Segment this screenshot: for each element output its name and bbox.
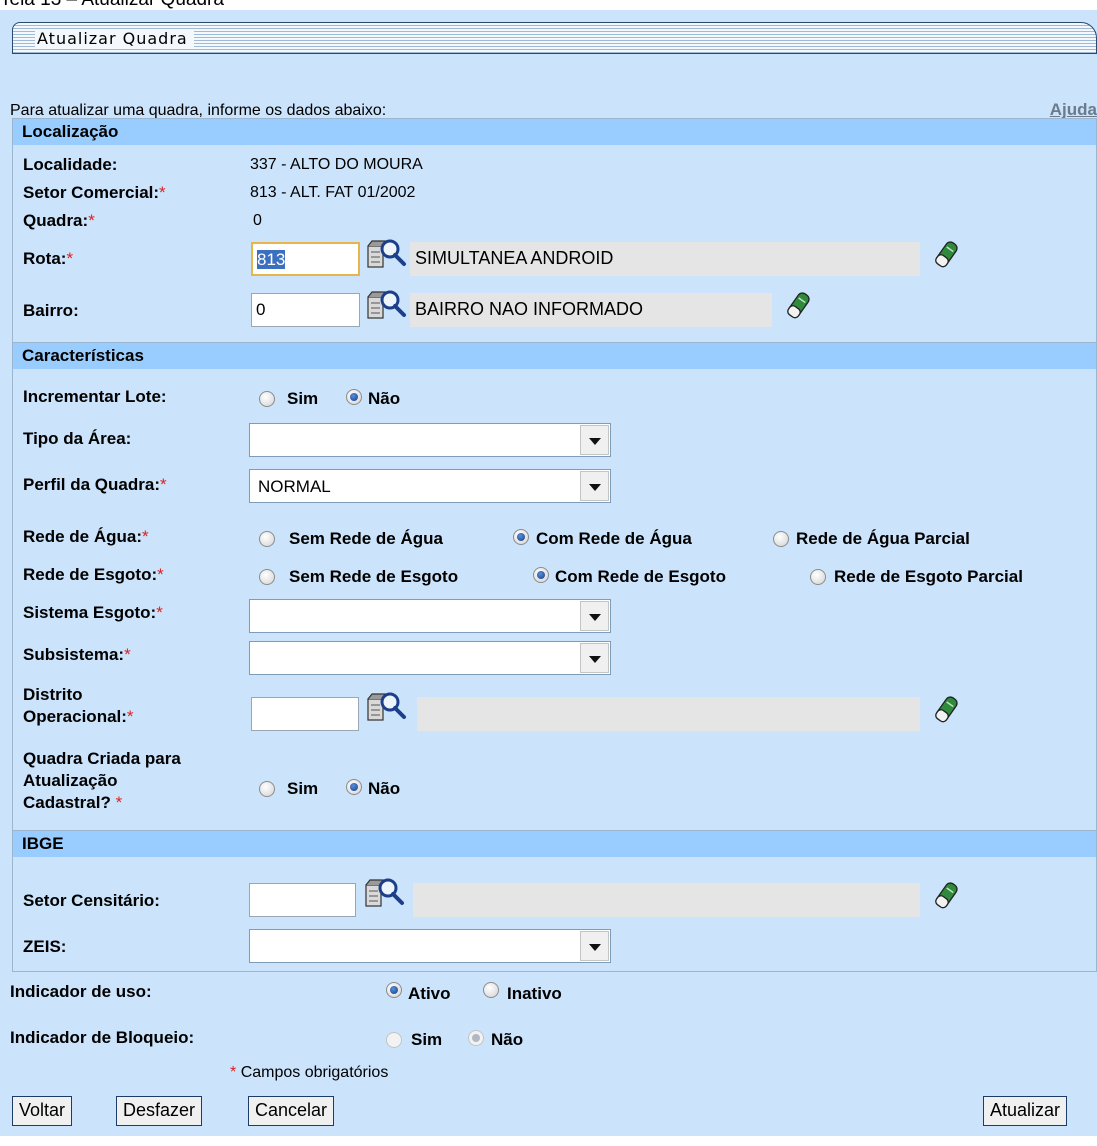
rede-esgoto-parcial-radio[interactable] <box>810 569 826 585</box>
quadra-criada-label-line3: Cadastral? * <box>23 793 123 812</box>
dropdown-arrow-icon <box>580 643 609 673</box>
section-localizacao: Localização Localidade: 337 - ALTO DO MO… <box>12 118 1097 348</box>
sistema-esgoto-label: Sistema Esgoto:* <box>23 603 163 622</box>
section-title: Localização <box>22 122 119 141</box>
quadra-value: 0 <box>253 212 262 229</box>
atualizar-button[interactable]: Atualizar <box>983 1096 1068 1126</box>
distrito-label-line1: Distrito <box>23 685 83 704</box>
indicador-uso-inativo-radio[interactable] <box>483 982 499 998</box>
form-panel: Atualizar Quadra Para atualizar uma quad… <box>0 10 1097 1136</box>
indicador-bloqueio-nao-radio[interactable] <box>468 1030 484 1046</box>
rede-agua-sem-label: Sem Rede de Água <box>289 529 443 548</box>
rota-search-icon[interactable] <box>366 238 408 274</box>
rede-agua-com-radio[interactable] <box>513 529 529 545</box>
rota-clear-eraser-icon[interactable] <box>933 240 959 270</box>
desfazer-button[interactable]: Desfazer <box>116 1096 203 1126</box>
dropdown-arrow-icon <box>580 471 609 501</box>
section-title: IBGE <box>22 834 64 853</box>
subsistema-label: Subsistema:* <box>23 645 131 664</box>
incrementar-lote-nao-radio[interactable] <box>346 389 362 405</box>
distrito-clear-eraser-icon[interactable] <box>933 695 959 725</box>
dropdown-arrow-icon <box>580 931 609 961</box>
bairro-description: BAIRRO NAO INFORMADO <box>410 293 772 327</box>
section-header: Características <box>13 343 1096 369</box>
window-title: Atualizar Quadra <box>35 29 194 48</box>
incrementar-lote-label: Incrementar Lote: <box>23 387 167 406</box>
rede-agua-com-label: Com Rede de Água <box>536 529 692 548</box>
quadra-criada-label-line1: Quadra Criada para <box>23 749 181 768</box>
bairro-search-icon[interactable] <box>366 289 408 325</box>
rede-agua-parcial-label: Rede de Água Parcial <box>796 529 970 548</box>
rede-esgoto-parcial-label: Rede de Esgoto Parcial <box>834 567 1023 586</box>
dropdown-arrow-icon <box>580 601 609 631</box>
rota-description: SIMULTANEA ANDROID <box>410 242 920 276</box>
setor-censitario-clear-eraser-icon[interactable] <box>933 881 959 911</box>
quadra-label: Quadra:* <box>23 211 95 230</box>
section-caracteristicas: Características Incrementar Lote: Sim Nã… <box>12 342 1097 832</box>
indicador-bloqueio-sim-radio[interactable] <box>386 1032 402 1048</box>
localidade-value: 337 - ALTO DO MOURA <box>250 156 423 173</box>
indicador-bloqueio-nao-label: Não <box>491 1030 524 1049</box>
quadra-criada-sim-radio[interactable] <box>259 781 275 797</box>
rede-esgoto-sem-radio[interactable] <box>259 569 275 585</box>
section-title: Características <box>22 346 144 365</box>
quadra-criada-nao-radio[interactable] <box>346 779 362 795</box>
indicador-uso-label: Indicador de uso: <box>10 982 152 1001</box>
perfil-quadra-label: Perfil da Quadra:* <box>23 475 167 494</box>
incrementar-lote-nao-label: Não <box>368 389 401 408</box>
quadra-criada-label-line2: Atualização <box>23 771 118 790</box>
rede-esgoto-sem-label: Sem Rede de Esgoto <box>289 567 459 586</box>
quadra-criada-nao-label: Não <box>368 779 401 798</box>
distrito-code-input[interactable] <box>251 697 359 731</box>
distrito-search-icon[interactable] <box>366 691 408 727</box>
rota-code-input[interactable]: 813 <box>251 242 360 276</box>
tipo-area-label: Tipo da Área: <box>23 429 132 448</box>
zeis-select[interactable] <box>249 929 611 963</box>
indicador-uso-ativo-radio[interactable] <box>386 982 402 998</box>
distrito-label-line2: Operacional:* <box>23 707 134 726</box>
bairro-clear-eraser-icon[interactable] <box>785 291 811 321</box>
setor-censitario-code-input[interactable] <box>249 883 356 917</box>
document-caption: Tela 13 – Atualizar Quadra <box>0 0 224 10</box>
bairro-code-input[interactable]: 0 <box>251 293 360 327</box>
rede-esgoto-label: Rede de Esgoto:* <box>23 565 164 584</box>
indicador-bloqueio-sim-label: Sim <box>411 1030 443 1049</box>
setor-comercial-label: Setor Comercial:* <box>23 183 166 202</box>
distrito-description <box>417 697 920 731</box>
setor-comercial-value: 813 - ALT. FAT 01/2002 <box>250 184 416 201</box>
rota-label: Rota:* <box>23 249 74 268</box>
rede-agua-sem-radio[interactable] <box>259 531 275 547</box>
window-titlebar: Atualizar Quadra <box>12 22 1097 54</box>
sistema-esgoto-select[interactable] <box>249 599 611 633</box>
perfil-quadra-select[interactable]: NORMAL <box>249 469 611 503</box>
subsistema-select[interactable] <box>249 641 611 675</box>
rede-agua-label: Rede de Água:* <box>23 527 149 546</box>
setor-censitario-description <box>413 883 920 917</box>
bairro-label: Bairro: <box>23 301 79 320</box>
section-ibge: IBGE Setor Censitário: ZEIS: <box>12 830 1097 972</box>
localidade-label: Localidade: <box>23 155 118 174</box>
required-fields-note: * Campos obrigatórios <box>230 1064 389 1081</box>
indicador-uso-inativo-label: Inativo <box>507 984 562 1003</box>
setor-censitario-search-icon[interactable] <box>364 877 406 913</box>
indicador-uso-ativo-label: Ativo <box>408 984 451 1003</box>
rede-esgoto-com-label: Com Rede de Esgoto <box>555 567 726 586</box>
rede-esgoto-com-radio[interactable] <box>533 567 549 583</box>
cancelar-button[interactable]: Cancelar <box>248 1096 335 1126</box>
indicador-bloqueio-label: Indicador de Bloqueio: <box>10 1028 195 1047</box>
incrementar-lote-sim-radio[interactable] <box>259 391 275 407</box>
incrementar-lote-sim-label: Sim <box>287 389 319 408</box>
section-header: IBGE <box>13 831 1096 857</box>
quadra-criada-sim-label: Sim <box>287 779 319 798</box>
dropdown-arrow-icon <box>580 425 609 455</box>
zeis-label: ZEIS: <box>23 937 67 956</box>
setor-censitario-label: Setor Censitário: <box>23 891 160 910</box>
section-header: Localização <box>13 119 1096 145</box>
tipo-area-select[interactable] <box>249 423 611 457</box>
voltar-button[interactable]: Voltar <box>12 1096 73 1126</box>
help-link[interactable]: Ajuda <box>1050 100 1097 120</box>
rede-agua-parcial-radio[interactable] <box>773 531 789 547</box>
